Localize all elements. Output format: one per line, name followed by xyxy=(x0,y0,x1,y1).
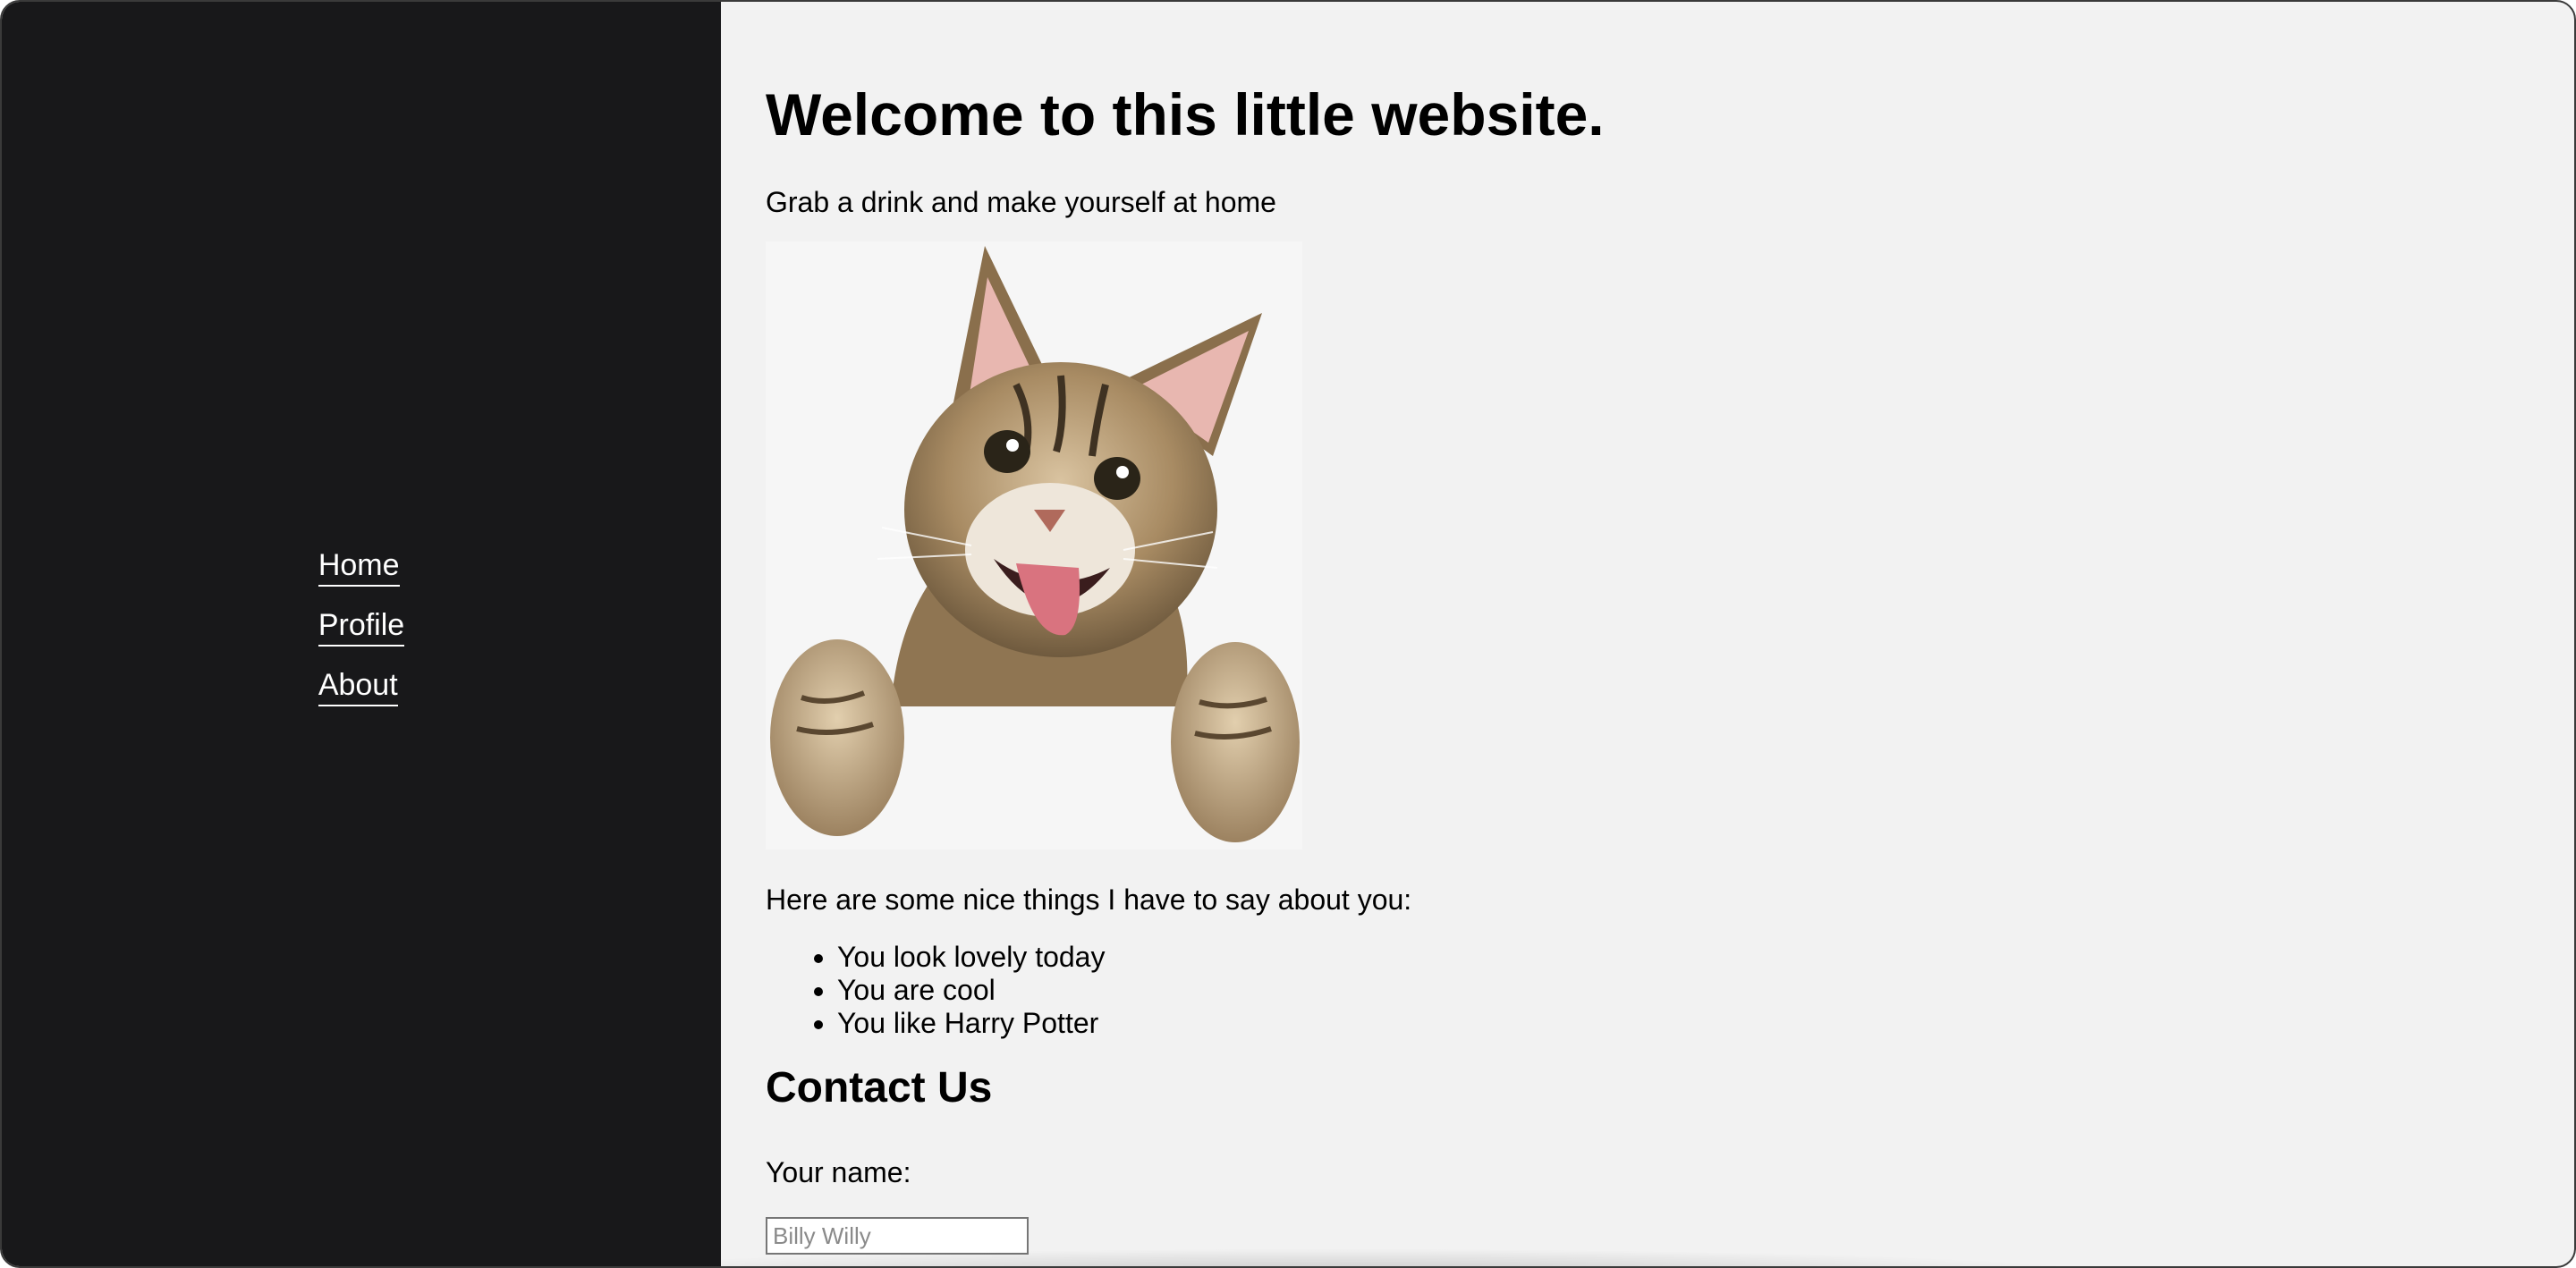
nav-item-home: Home xyxy=(318,548,404,587)
list-item: You are cool xyxy=(837,974,2574,1007)
name-input[interactable] xyxy=(766,1217,1029,1255)
tagline: Grab a drink and make yourself at home xyxy=(766,186,1276,218)
nav-link-home[interactable]: Home xyxy=(318,548,400,587)
cat-photo-icon xyxy=(766,246,1302,850)
nice-things-intro: Here are some nice things I have to say … xyxy=(766,883,1412,916)
nav-link-profile[interactable]: Profile xyxy=(318,608,405,647)
list-item: You like Harry Potter xyxy=(837,1007,2574,1040)
cat-photo xyxy=(766,241,1302,850)
page-title: Welcome to this little website. xyxy=(766,81,1605,148)
main-content: Welcome to this little website. Grab a d… xyxy=(766,2,2574,1266)
sidebar-nav: Home Profile About xyxy=(318,548,405,728)
contact-heading: Contact Us xyxy=(766,1064,993,1112)
nav-item-about: About xyxy=(318,668,404,706)
nice-things-list: You look lovely today You are cool You l… xyxy=(766,941,2574,1040)
list-item: You look lovely today xyxy=(837,941,2574,974)
sidebar: Home Profile About xyxy=(2,2,721,1266)
name-label: Your name: xyxy=(766,1156,911,1188)
nav-item-profile: Profile xyxy=(318,608,405,647)
nav-link-about[interactable]: About xyxy=(318,668,398,706)
browser-window: Home Profile About Welcome to this littl… xyxy=(0,0,2576,1268)
